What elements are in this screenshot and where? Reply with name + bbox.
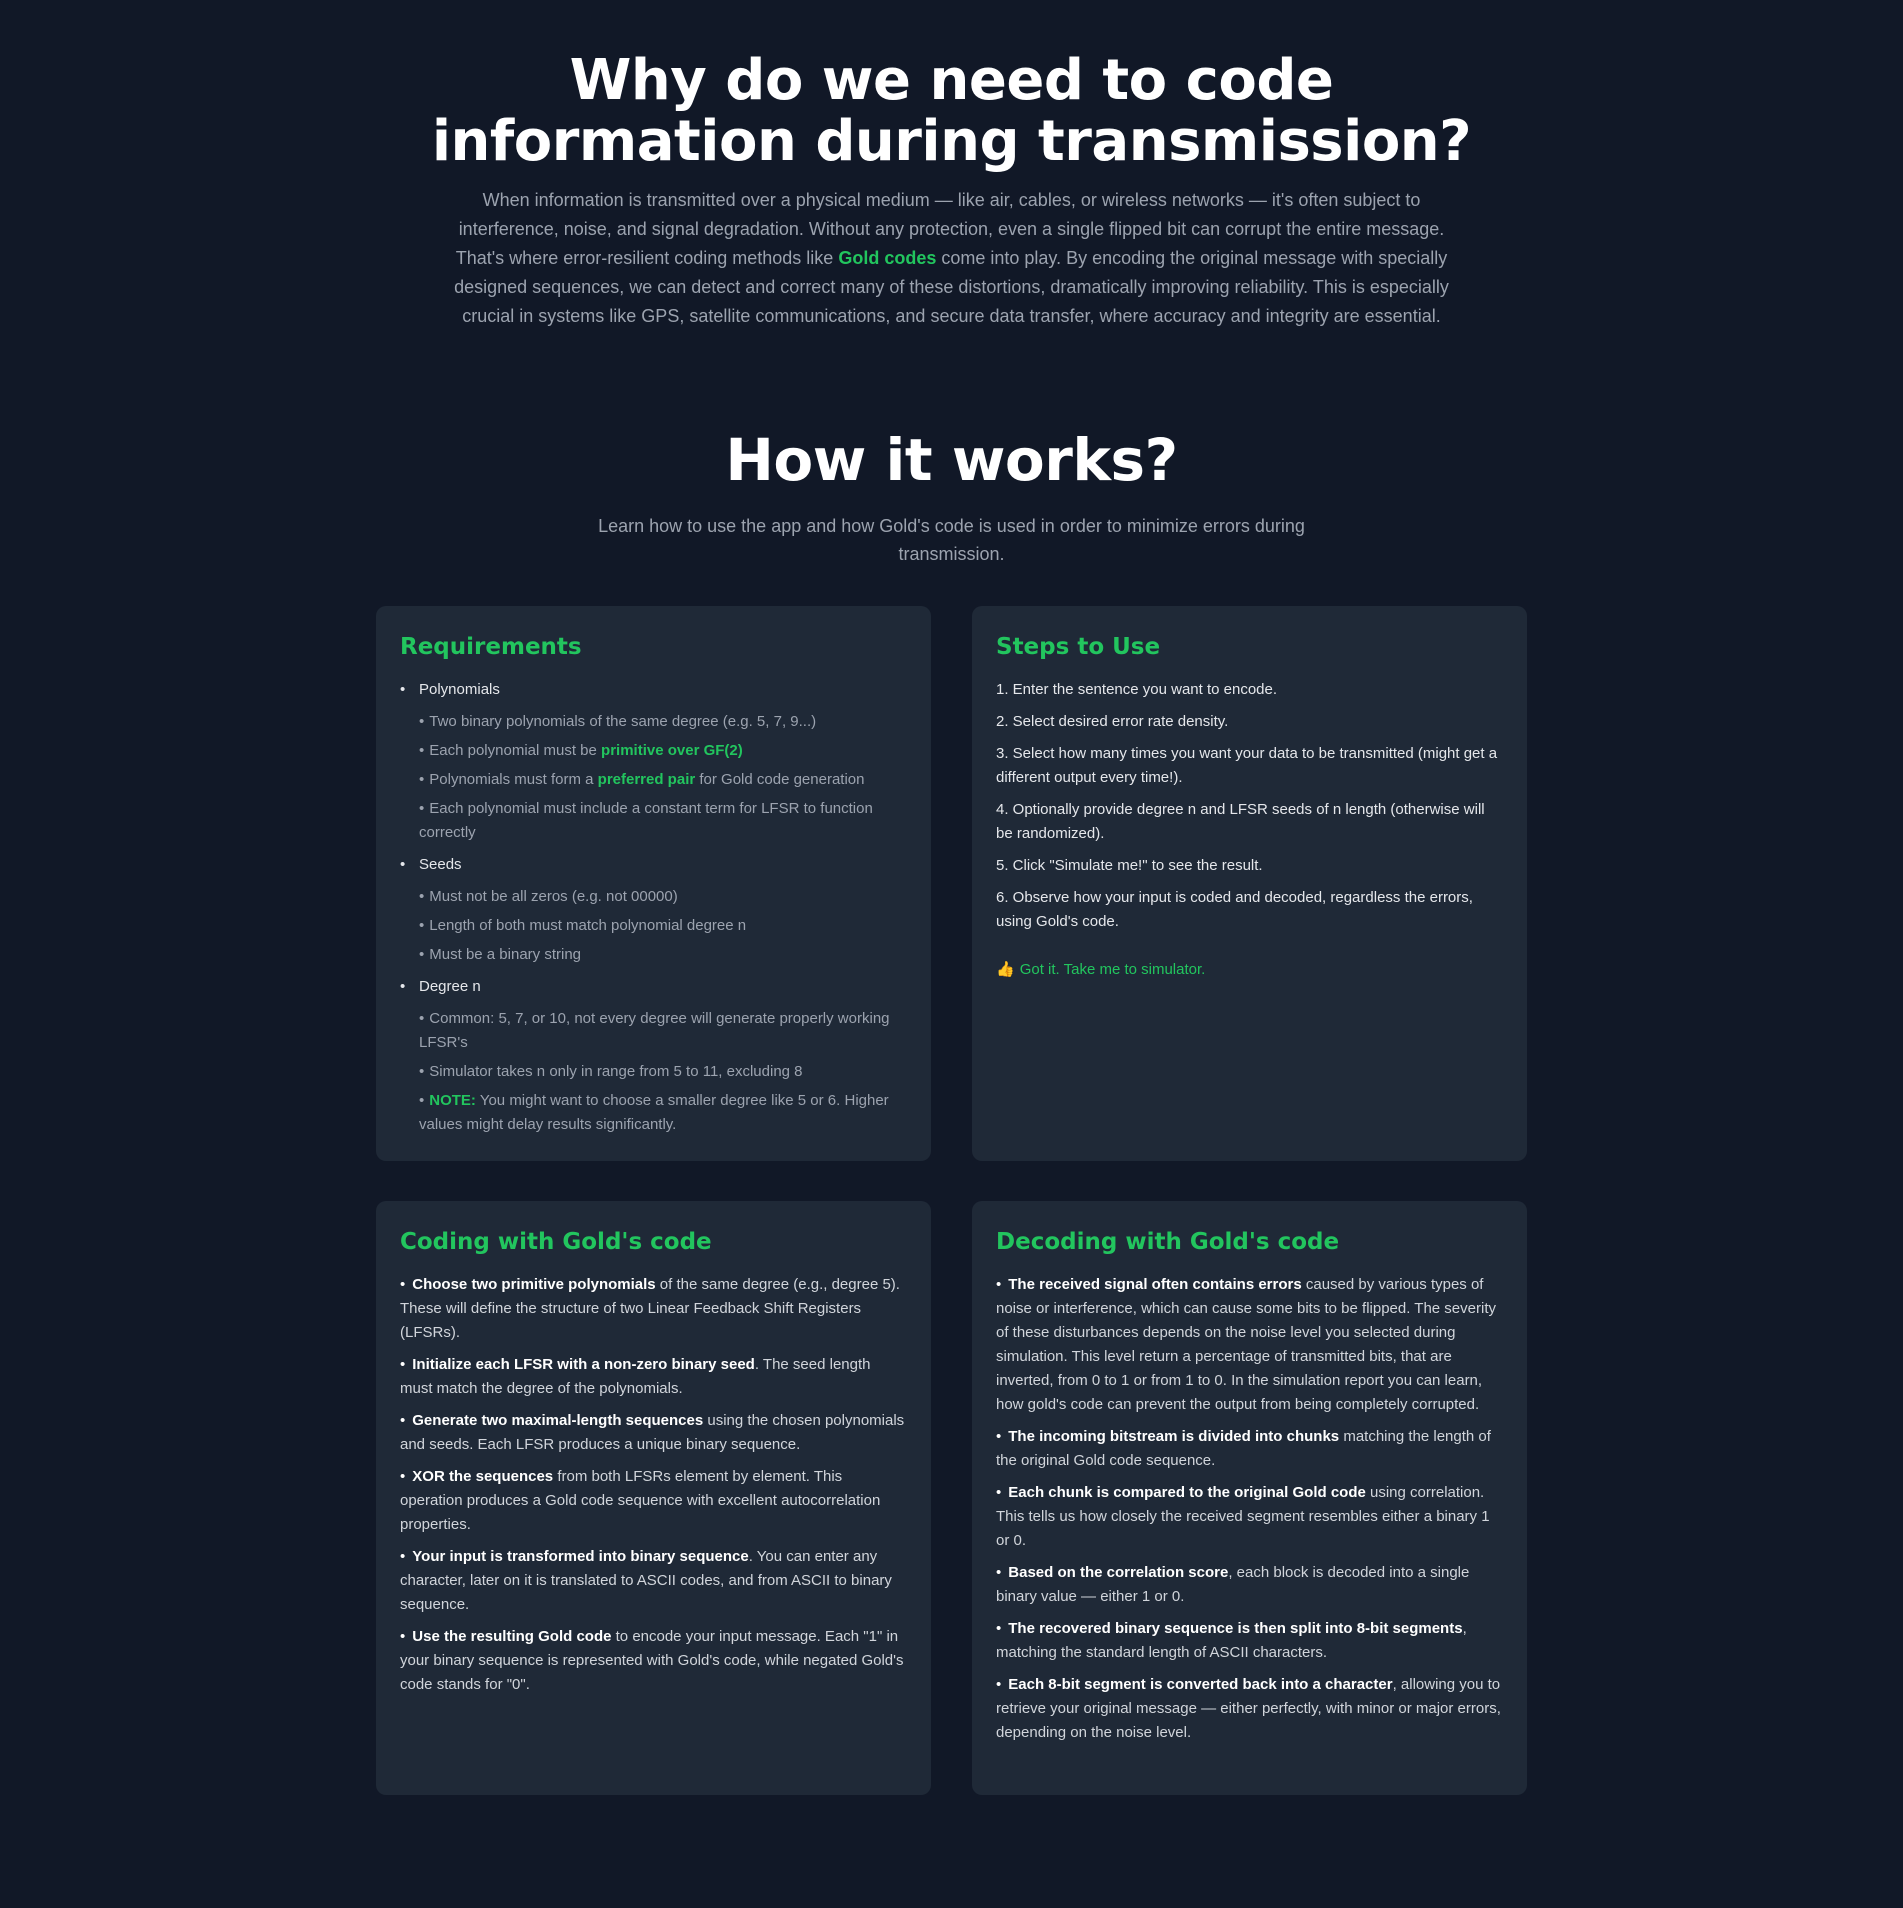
steps-title: Steps to Use <box>996 634 1161 660</box>
list-item: • Choose two primitive polynomials of the… <box>400 1276 900 1341</box>
list-item: • Each chunk is compared to the original … <box>996 1484 1490 1549</box>
req-degree: • Degree n <box>400 978 481 995</box>
decoding-title: Decoding with Gold's code <box>996 1229 1340 1255</box>
list-item: • Simulator takes n only in range from 5 … <box>419 1063 803 1080</box>
decoding-card: Decoding with Gold's code • The received … <box>972 1201 1527 1795</box>
list-item: • Must be a binary string <box>419 946 582 963</box>
step-2: 2. Select desired error rate density. <box>996 713 1229 730</box>
list-item: • The received signal often contains erro… <box>996 1276 1496 1413</box>
req-degree-list: • Common: 5, 7, or 10, not every degree w… <box>400 1007 907 1137</box>
how-subtitle: Learn how to use the app and how Gold's … <box>598 516 1305 564</box>
req-seeds: • Seeds <box>400 856 462 873</box>
list-item: • The incoming bitstream is divided into … <box>996 1428 1491 1469</box>
coding-card: Coding with Gold's code • Choose two prim… <box>376 1201 931 1795</box>
list-item: • Use the resulting Gold code to encode y… <box>400 1628 904 1693</box>
list-item: • Each polynomial must be primitive over … <box>419 742 743 759</box>
req-seeds-list: • Must not be all zeros (e.g. not 00000) … <box>400 885 907 967</box>
simulator-link-label: Got it. Take me to simulator. <box>1019 961 1206 978</box>
list-item: • Must not be all zeros (e.g. not 00000) <box>419 888 678 905</box>
req-polynomials-list: • Two binary polynomials of the same degr… <box>400 710 907 845</box>
requirements-card: Requirements • Polynomials • Two binary po… <box>376 606 931 1161</box>
list-item: • The recovered binary sequence is then s… <box>996 1620 1467 1661</box>
step-1: 1. Enter the sentence you want to encode… <box>996 681 1278 698</box>
list-item: • Polynomials must form a preferred pair … <box>419 771 865 788</box>
hero-title: Why do we need to code information durin… <box>431 48 1472 174</box>
simulator-link[interactable]: 👍 Got it. Take me to simulator. <box>996 960 1503 978</box>
list-item: • Each 8-bit segment is converted back in… <box>996 1676 1501 1741</box>
step-6: 6. Observe how your input is coded and d… <box>996 889 1473 930</box>
req-polynomials: • Polynomials <box>400 681 500 698</box>
list-item: • Based on the correlation score, each bl… <box>996 1564 1470 1605</box>
list-item: • XOR the sequences from both LFSRs eleme… <box>400 1468 881 1533</box>
step-4: 4. Optionally provide degree n and LFSR … <box>996 801 1485 842</box>
list-item: • Each polynomial must include a constant… <box>419 800 873 841</box>
coding-title: Coding with Gold's code <box>400 1229 712 1255</box>
list-item: • Initialize each LFSR with a non-zero bi… <box>400 1356 871 1397</box>
how-it-works-section: How it works? Learn how to use the app a… <box>0 426 1903 568</box>
list-item: • Your input is transformed into binary s… <box>400 1548 892 1613</box>
requirements-title: Requirements <box>400 634 582 660</box>
step-5: 5. Click "Simulate me!" to see the resul… <box>996 857 1263 874</box>
list-item: • Generate two maximal-length sequences u… <box>400 1412 905 1453</box>
list-item: • Length of both must match polynomial de… <box>419 917 747 934</box>
step-3: 3. Select how many times you want your d… <box>996 745 1498 786</box>
gold-codes-highlight: Gold codes <box>838 248 937 268</box>
list-item: • NOTE: You might want to choose a smalle… <box>419 1092 889 1133</box>
page: Why do we need to code information durin… <box>0 0 1903 1795</box>
list-item: • Two binary polynomials of the same degr… <box>419 713 817 730</box>
list-item: • Common: 5, 7, or 10, not every degree w… <box>419 1010 890 1051</box>
steps-card: Steps to Use 1. Enter the sentence you w… <box>972 606 1527 1161</box>
hero-section: Why do we need to code information durin… <box>0 0 1903 331</box>
how-title: How it works? <box>725 426 1178 494</box>
thumbs-up-icon: 👍 <box>996 961 1015 978</box>
hero-description: When information is transmitted over a p… <box>452 186 1452 331</box>
